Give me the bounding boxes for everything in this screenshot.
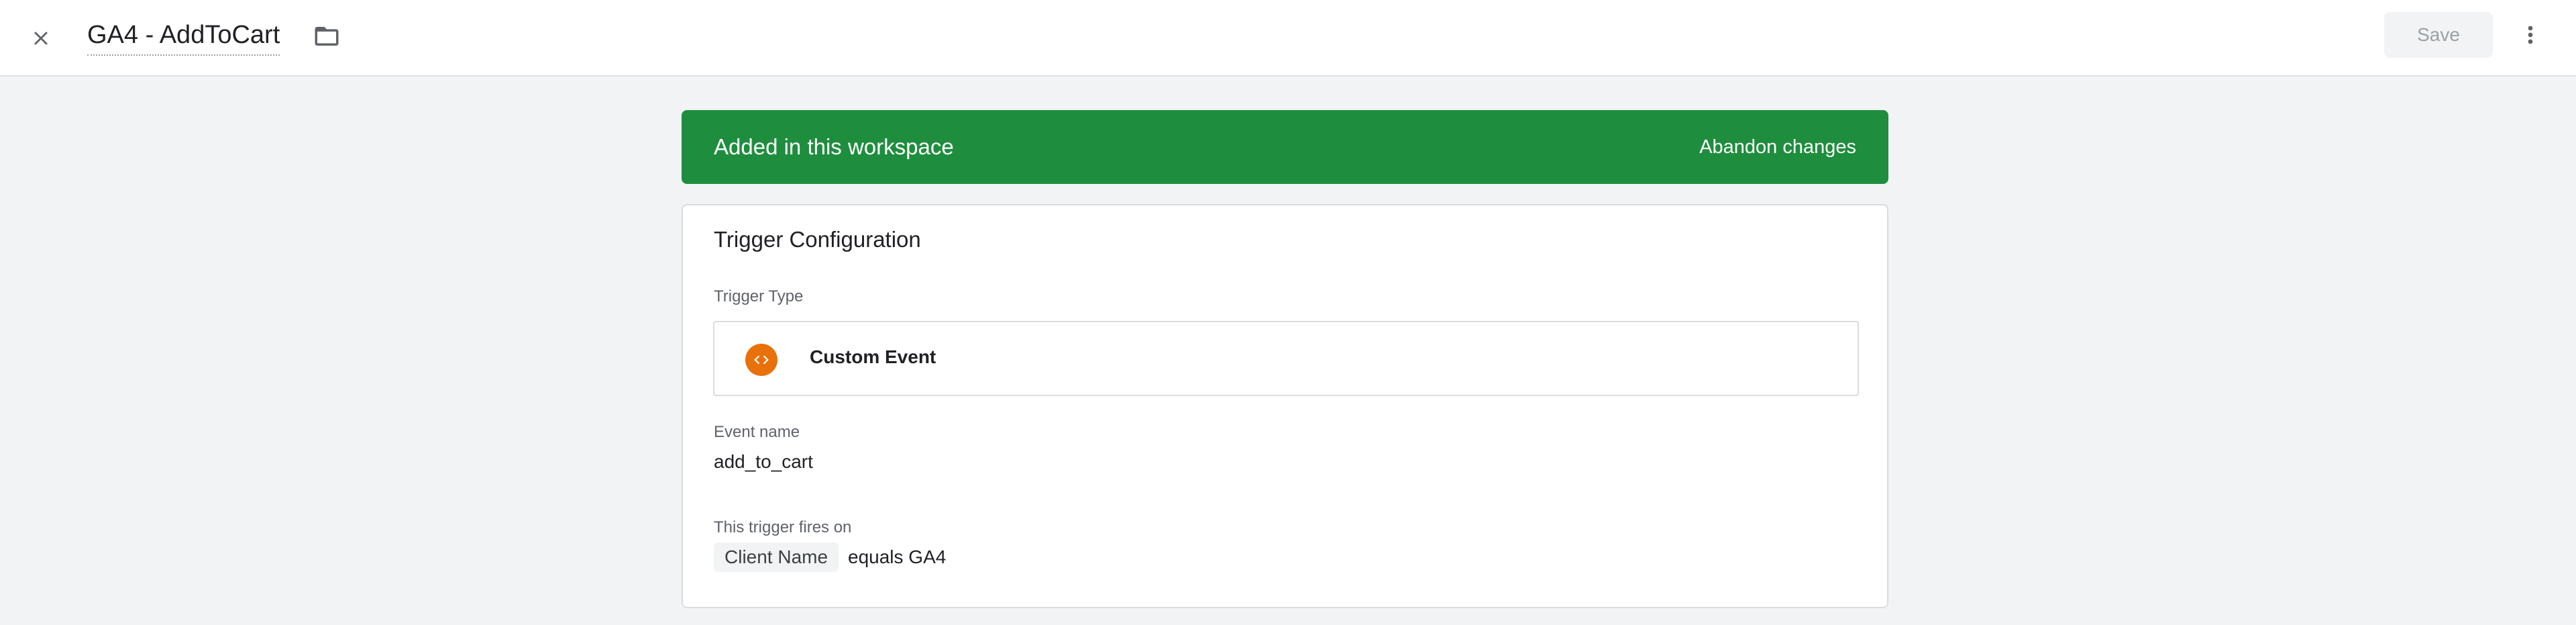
folder-button[interactable] [307,16,347,56]
trigger-configuration-card: Trigger Configuration Trigger Type Custo… [682,204,1888,608]
event-name-value: add_to_cart [714,451,813,472]
trigger-name-title[interactable]: GA4 - AddToCart [87,18,280,56]
condition-variable-chip: Client Name [714,542,839,572]
trigger-type-value: Custom Event [810,346,936,367]
folder-icon [315,27,339,46]
fires-on-label: This trigger fires on [714,518,852,536]
banner-message: Added in this workspace [714,134,954,159]
more-options-button[interactable] [2510,15,2551,55]
title-wrapper: GA4 - AddToCart [87,16,280,58]
more-vert-icon [2528,26,2533,44]
abandon-changes-button[interactable]: Abandon changes [1699,136,1856,158]
close-icon [34,32,48,45]
event-name-label: Event name [714,423,800,441]
condition-operator-value: equals GA4 [848,546,947,567]
card-title: Trigger Configuration [714,227,921,252]
save-button[interactable]: Save [2384,12,2493,58]
workspace-status-banner: Added in this workspace Abandon changes [682,110,1888,184]
trigger-type-selector[interactable]: Custom Event [713,321,1859,396]
close-button[interactable] [21,18,61,58]
trigger-type-label: Trigger Type [714,287,804,305]
top-bar: GA4 - AddToCart Save [0,0,2576,77]
code-brackets-icon [745,344,777,376]
